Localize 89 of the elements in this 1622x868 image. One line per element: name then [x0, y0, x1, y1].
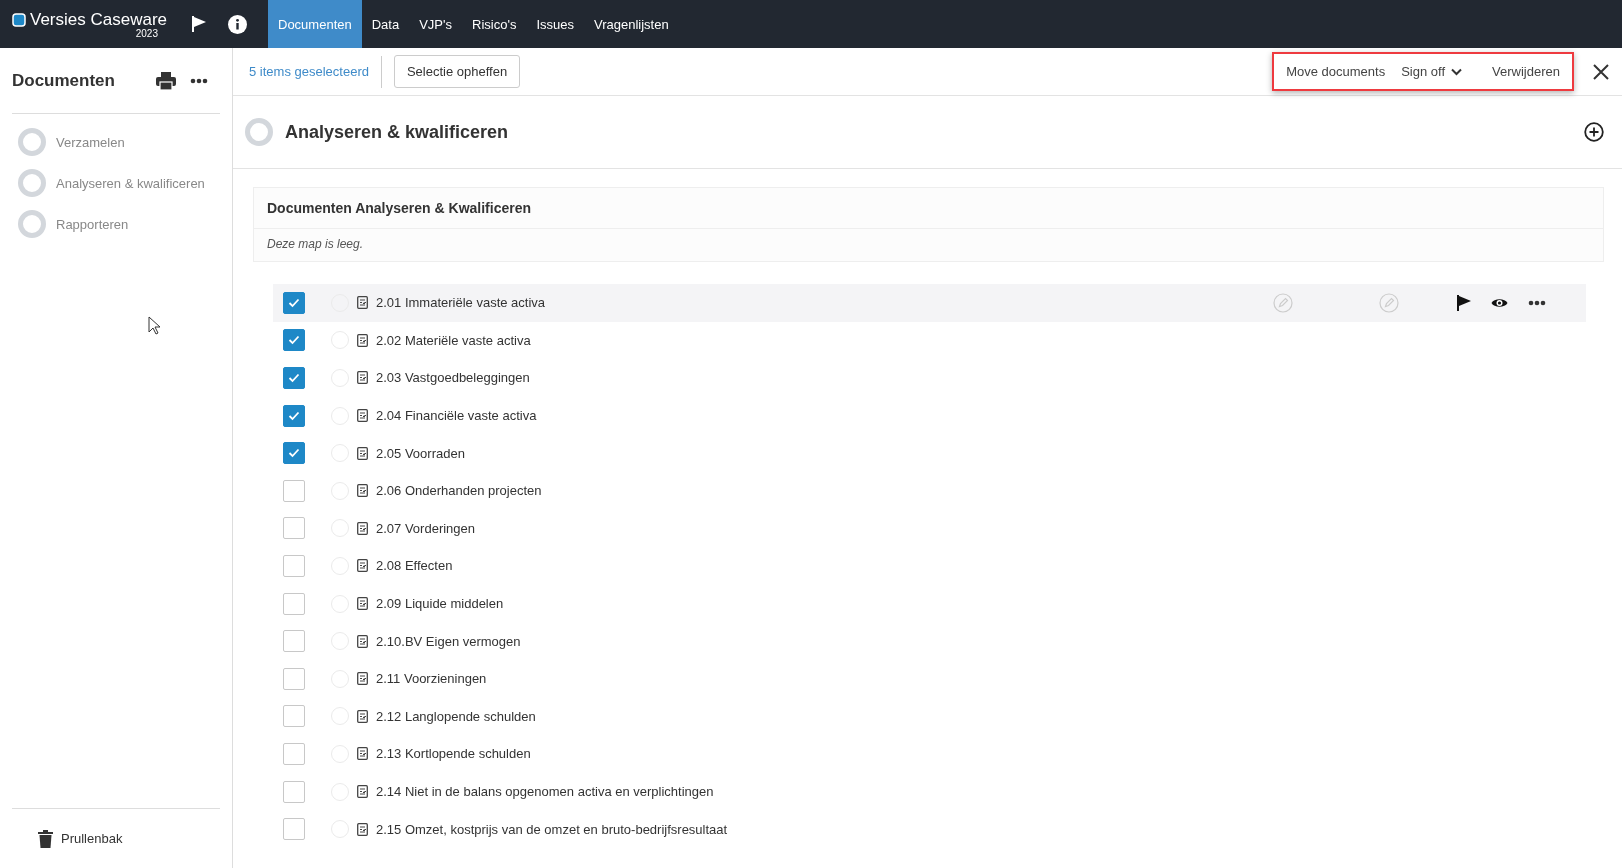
- pencil-icon: [1273, 292, 1293, 313]
- document-name[interactable]: 2.03 Vastgoedbeleggingen: [376, 370, 1586, 386]
- document-name[interactable]: 2.13 Kortlopende schulden: [376, 746, 1586, 762]
- flag-icon[interactable]: [1455, 293, 1473, 312]
- document-name[interactable]: 2.10.BV Eigen vermogen: [376, 633, 1586, 649]
- document-name[interactable]: 2.04 Financiële vaste activa: [376, 408, 1586, 424]
- nav-tab[interactable]: Data: [361, 0, 410, 48]
- version-year: 2023: [135, 27, 158, 39]
- document-icon: [357, 672, 368, 686]
- document-icon: [357, 484, 368, 498]
- document-name[interactable]: 2.05 Voorraden: [376, 445, 1586, 461]
- nav-tab[interactable]: VJP's: [409, 0, 462, 48]
- checkbox[interactable]: [283, 442, 305, 465]
- app-logo-text: Versies Caseware: [30, 9, 167, 29]
- checkbox[interactable]: [283, 667, 305, 690]
- checkmark-icon: [288, 410, 300, 421]
- checkbox[interactable]: [283, 291, 305, 314]
- sidebar-item[interactable]: Rapporteren: [56, 216, 129, 232]
- document-icon: [357, 559, 368, 573]
- close-icon[interactable]: [1592, 62, 1610, 81]
- empty-folder-note: Deze map is leeg.: [266, 236, 365, 253]
- document-icon: [357, 597, 368, 611]
- checkmark-icon: [288, 448, 300, 459]
- action-button[interactable]: Move documents: [1286, 64, 1386, 79]
- checkbox[interactable]: [283, 554, 305, 577]
- document-name[interactable]: 2.11 Voorzieningen: [376, 671, 1586, 687]
- trash-button[interactable]: Prullenbak: [32, 828, 129, 849]
- document-name[interactable]: 2.14 Niet in de balans opgenomen activa en verplichtingen: [376, 784, 1586, 799]
- document-icon: [357, 296, 368, 310]
- trash-icon: [38, 829, 53, 848]
- checkbox[interactable]: [283, 780, 305, 803]
- nav-tab[interactable]: Risico's: [462, 0, 527, 48]
- nav-tab[interactable]: Vragenlijsten: [584, 0, 679, 48]
- sidebar-item[interactable]: Analyseren & kwalificeren: [56, 175, 205, 191]
- document-row-hovered[interactable]: 2.01 Immateriële vaste activa: [273, 284, 1586, 322]
- document-icon: [357, 333, 368, 347]
- checkbox[interactable]: [283, 479, 305, 502]
- document-icon: [357, 371, 368, 385]
- mouse-cursor-icon: [148, 316, 161, 335]
- checkbox[interactable]: [283, 404, 305, 427]
- document-name[interactable]: 2.15 Omzet, kostprijs van de omzet en bruto-bedrijfsresultaat: [376, 821, 1586, 837]
- progress-ring-icon: [18, 128, 46, 156]
- logo-icon: [12, 12, 26, 27]
- sidebar-item[interactable]: Verzamelen: [56, 134, 125, 150]
- pencil-icon: [1379, 292, 1399, 313]
- checkmark-icon: [288, 335, 300, 346]
- document-name[interactable]: 2.08 Effecten: [376, 558, 1586, 574]
- checkbox[interactable]: [283, 705, 305, 728]
- document-icon: [357, 409, 368, 423]
- document-icon: [357, 446, 368, 460]
- checkmark-icon: [288, 373, 300, 383]
- more-icon[interactable]: [190, 77, 208, 84]
- action-button[interactable]: Verwijderen: [1492, 64, 1560, 79]
- progress-ring-icon: [18, 169, 46, 197]
- add-icon[interactable]: [1584, 122, 1604, 142]
- section-title: Analyseren & kwalificeren: [285, 121, 510, 143]
- nav-tab[interactable]: Issues: [526, 0, 584, 48]
- checkbox[interactable]: [283, 592, 305, 615]
- document-name[interactable]: 2.09 Liquide middelen: [376, 596, 1586, 612]
- document-name[interactable]: 2.02 Materiële vaste activa: [376, 332, 1586, 348]
- folder-title: Documenten Analyseren & Kwalificeren: [254, 188, 1603, 229]
- document-icon: [357, 822, 368, 836]
- document-icon: [357, 521, 368, 535]
- checkbox[interactable]: [283, 630, 305, 653]
- clear-selection-button[interactable]: Selectie opheffen: [393, 55, 521, 88]
- checkbox[interactable]: [283, 517, 305, 540]
- document-name[interactable]: 2.07 Vorderingen: [376, 520, 1586, 536]
- progress-ring-icon: [18, 210, 46, 238]
- checkbox[interactable]: [283, 329, 305, 352]
- nav-tab[interactable]: Documenten: [268, 0, 362, 48]
- checkmark-icon: [288, 297, 300, 308]
- print-icon[interactable]: [156, 71, 176, 90]
- checkbox[interactable]: [283, 742, 305, 765]
- document-icon: [357, 785, 368, 798]
- more-icon[interactable]: [1528, 299, 1546, 306]
- sidebar-title: Documenten: [12, 70, 116, 91]
- checkbox[interactable]: [283, 818, 305, 841]
- document-icon: [357, 634, 368, 648]
- eye-icon[interactable]: [1491, 296, 1508, 309]
- document-name[interactable]: 2.12 Langlopende schulden: [376, 708, 1586, 724]
- document-icon: [357, 709, 368, 723]
- selection-count: 5 items geselecteerd: [249, 55, 382, 88]
- document-icon: [357, 747, 368, 761]
- checkbox[interactable]: [283, 367, 305, 389]
- chevron-down-icon: [1451, 67, 1463, 76]
- document-name[interactable]: 2.01 Immateriële vaste activa: [376, 295, 1273, 311]
- document-name[interactable]: 2.06 Onderhanden projecten: [376, 483, 1586, 499]
- progress-ring-icon: [245, 118, 273, 146]
- sign-off-dropdown[interactable]: Sign off: [1401, 64, 1463, 79]
